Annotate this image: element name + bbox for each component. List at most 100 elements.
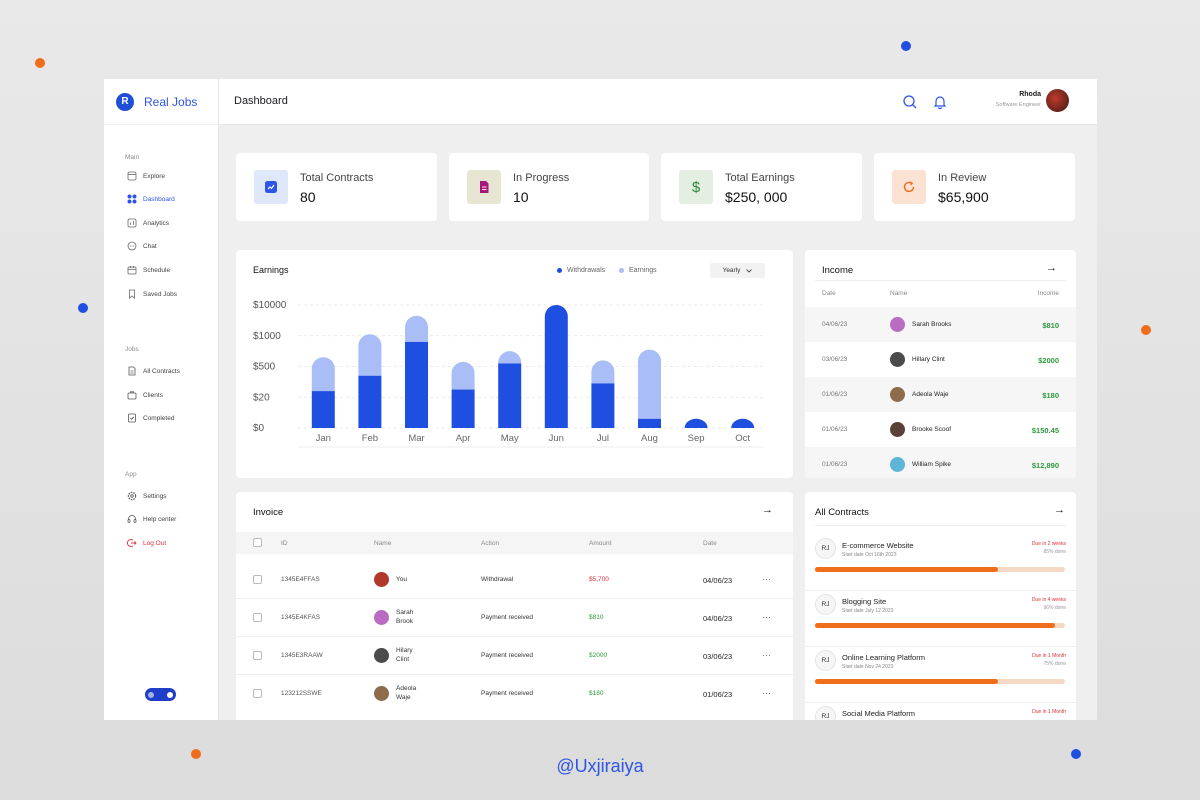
bar-withdrawals[interactable] <box>684 418 708 428</box>
toggle-knob <box>167 691 173 698</box>
sidebar-item-schedule[interactable]: Schedule <box>127 263 170 277</box>
sidebar-item-label: Completed <box>143 414 175 422</box>
row-checkbox[interactable] <box>253 613 262 622</box>
progress-track <box>815 623 1065 628</box>
list-item[interactable]: RJ Social Media Platform Due in 1 Month <box>805 703 1076 720</box>
search-icon[interactable] <box>902 94 918 110</box>
sidebar-item-dashboard[interactable]: Dashboard <box>127 192 175 206</box>
invoice-id: 1345E4KFAS <box>281 614 321 621</box>
sidebar-item-completed[interactable]: Completed <box>127 411 174 425</box>
bar-earnings[interactable] <box>498 351 522 364</box>
sidebar-item-log-out[interactable]: Log Out <box>127 536 166 550</box>
divider <box>815 525 1066 526</box>
progress-fill <box>815 679 998 684</box>
bar-earnings[interactable] <box>311 357 335 392</box>
table-row[interactable]: 1345E4FFAS You Withdrawal $5,700 04/06/23 ··· <box>236 561 793 599</box>
row-checkbox[interactable] <box>253 651 262 660</box>
bar-earnings[interactable] <box>451 361 475 390</box>
stat-card-in-progress: In Progress 10 <box>449 153 649 221</box>
income-row[interactable]: 01/06/23 Brooke Scoof $150.45 <box>805 412 1076 447</box>
more-icon[interactable]: ··· <box>762 650 771 660</box>
bar-withdrawals[interactable] <box>451 389 475 428</box>
calendar-icon <box>127 265 137 275</box>
logo[interactable]: R Real Jobs <box>104 79 218 125</box>
bar-earnings[interactable] <box>638 349 661 419</box>
arrow-right-icon[interactable]: → <box>1046 262 1057 274</box>
invoice-date: 04/06/23 <box>703 576 733 585</box>
contract-avatar: RJ <box>815 538 836 559</box>
bar-withdrawals[interactable] <box>638 418 661 428</box>
income-row[interactable]: 03/06/23 Hillary Clint $2000 <box>805 342 1076 377</box>
theme-toggle[interactable] <box>145 688 176 701</box>
bar-earnings[interactable] <box>358 334 382 376</box>
sidebar: R Real Jobs Main Explore Dashboard Analy… <box>104 79 219 720</box>
select-all-checkbox[interactable] <box>253 538 262 547</box>
invoice-header-amount: Amount <box>589 540 612 547</box>
x-tick-label: Apr <box>456 433 471 444</box>
page-title: Dashboard <box>234 95 288 107</box>
income-row[interactable]: 01/06/23 Adeola Waje $180 <box>805 377 1076 412</box>
list-item[interactable]: RJ Blogging Site Start date July 12 2023 Du… <box>805 591 1076 647</box>
income-date: 03/06/23 <box>822 356 848 363</box>
table-row[interactable]: 1345E3RAAW Hilary Clint Payment received $20… <box>236 637 793 675</box>
avatar <box>890 387 905 402</box>
sidebar-item-settings[interactable]: Settings <box>127 489 167 503</box>
x-tick-label: May <box>501 433 519 444</box>
bar-withdrawals[interactable] <box>591 383 615 428</box>
arrow-right-icon[interactable]: → <box>762 504 773 516</box>
bar-withdrawals[interactable] <box>731 418 755 428</box>
sidebar-item-label: Help center <box>143 515 177 523</box>
arrow-right-icon[interactable]: → <box>1054 504 1065 516</box>
income-row[interactable]: 01/06/23 William Spike $12,890 <box>805 447 1076 478</box>
bar-earnings[interactable] <box>405 315 428 342</box>
bar-withdrawals[interactable] <box>405 341 428 428</box>
bar-withdrawals[interactable] <box>544 305 568 428</box>
row-checkbox[interactable] <box>253 689 262 698</box>
income-row[interactable]: 04/06/23 Sarah Brooks $810 <box>805 307 1076 342</box>
income-amount: $150.45 <box>1031 426 1059 435</box>
contract-avatar: RJ <box>815 706 836 720</box>
avatar <box>374 648 389 663</box>
invoice-action: Payment received <box>481 690 534 697</box>
stat-card-total-earnings: $ Total Earnings $250, 000 <box>661 153 862 221</box>
sidebar-item-label: Log Out <box>143 539 167 547</box>
stat-icon-bg: $ <box>679 170 713 204</box>
stat-card-total-contracts: Total Contracts 80 <box>236 153 437 221</box>
bar-withdrawals[interactable] <box>498 363 522 428</box>
bar-withdrawals[interactable] <box>311 391 335 428</box>
toggle-knob <box>148 691 154 698</box>
income-date: 01/06/23 <box>822 426 848 433</box>
sidebar-item-saved-jobs[interactable]: Saved Jobs <box>127 287 177 301</box>
avatar <box>890 352 905 367</box>
sidebar-item-explore[interactable]: Explore <box>127 169 165 183</box>
bar-withdrawals[interactable] <box>358 375 382 428</box>
row-checkbox[interactable] <box>253 575 262 584</box>
income-title: Income <box>822 265 854 276</box>
list-item[interactable]: RJ E-commerce Website Start date Oct 16th … <box>805 535 1076 591</box>
list-item[interactable]: RJ Online Learning Platform Start date Nov… <box>805 647 1076 703</box>
explore-icon <box>127 171 137 181</box>
sidebar-item-all-contracts[interactable]: All Contracts <box>127 364 180 378</box>
sidebar-item-help-center[interactable]: Help center <box>127 512 176 526</box>
stat-value: $250, 000 <box>725 189 788 205</box>
stat-label: In Review <box>938 172 987 184</box>
file-icon <box>480 181 489 193</box>
avatar[interactable] <box>1046 89 1069 112</box>
more-icon[interactable]: ··· <box>762 612 771 622</box>
more-icon[interactable]: ··· <box>762 574 771 584</box>
sidebar-item-clients[interactable]: Clients <box>127 388 163 402</box>
invoice-action: Payment received <box>481 614 534 621</box>
invoice-name-first: Hilary <box>396 647 413 654</box>
progress-track <box>815 567 1065 572</box>
income-header-name: Name <box>890 290 908 297</box>
bar-earnings[interactable] <box>591 360 615 384</box>
sidebar-item-analytics[interactable]: Analytics <box>127 216 169 230</box>
sidebar-item-label: Settings <box>143 492 167 500</box>
bell-icon[interactable] <box>932 94 948 110</box>
more-icon[interactable]: ··· <box>762 688 771 698</box>
sidebar-item-chat[interactable]: Chat <box>127 239 157 253</box>
invoice-id: 1345E4FFAS <box>281 576 320 583</box>
table-row[interactable]: 123212SSWE Adeola Waje Payment received $180… <box>236 675 793 713</box>
table-row[interactable]: 1345E4KFAS Sarah Brook Payment received $810… <box>236 599 793 637</box>
credit-text: @Uxjiraiya <box>556 756 644 776</box>
